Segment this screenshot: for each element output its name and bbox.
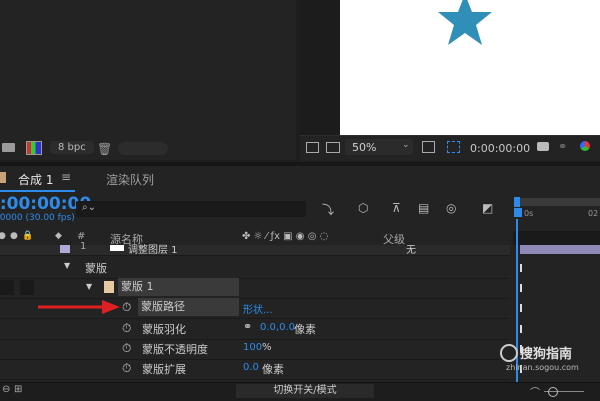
column-header: ● ● 🔒 ◆ # 源名称 ✤ ☼ ⁄ ƒx ▣ ◉ ◎ ◌ 父级	[0, 231, 510, 246]
mask-opacity-value[interactable]: 100	[243, 342, 262, 353]
viewer-toolbar: 50% ⌄ 0:00:00:00 ⚭	[300, 135, 600, 161]
eye-icon[interactable]: ●	[0, 231, 6, 241]
search-input[interactable]: ⌕⌄	[76, 201, 306, 217]
transparency-grid-icon[interactable]	[447, 141, 460, 153]
shy-icon[interactable]: ⊼	[392, 201, 401, 215]
switches-icons[interactable]: ✤ ☼ ⁄ ƒx ▣ ◉ ◎ ◌	[242, 231, 328, 242]
keyframe-tick[interactable]	[520, 284, 522, 292]
watermark-url: zhinan.sogou.com	[506, 363, 579, 372]
zoom-value: 50%	[352, 141, 377, 154]
graph-editor-icon[interactable]: ◩	[482, 201, 493, 215]
mask-expansion-row[interactable]: ⏱ 蒙版扩展 0.0 像素	[0, 359, 510, 380]
layer-number: 1	[80, 241, 87, 252]
star-shape[interactable]	[432, 0, 498, 56]
sogou-logo-icon	[500, 344, 518, 362]
motion-blur-icon[interactable]: ◎	[446, 201, 456, 215]
render-time-icon[interactable]: ⊖	[2, 384, 10, 395]
lock-icon[interactable]: 🔒	[22, 231, 33, 241]
mask-name[interactable]: 蒙版 1	[118, 278, 239, 296]
mask-expansion-value[interactable]: 0.0	[243, 362, 259, 373]
comp-tab-swatch	[0, 172, 6, 183]
annotation-arrow	[38, 300, 120, 314]
keyframe-tick[interactable]	[520, 325, 522, 333]
chevron-down-icon: ⌄	[402, 140, 410, 150]
mask-expansion-unit: 像素	[262, 363, 284, 376]
watermark: 搜狗指南 zhinan.sogou.com	[500, 342, 600, 377]
always-preview-icon[interactable]	[306, 142, 319, 153]
mask-visibility-box[interactable]	[0, 280, 14, 295]
work-area-start[interactable]	[514, 197, 520, 207]
mask-path-label: 蒙版路径	[138, 298, 239, 316]
timeline-track-bg	[513, 231, 600, 245]
mask-feather-value[interactable]: 0.0,0.0	[260, 322, 295, 333]
mask-row[interactable]: ▼ 蒙版 1	[0, 278, 510, 299]
project-toolbar: 8 bpc 🗑	[0, 138, 296, 160]
viewer-timecode[interactable]: 0:00:00:00	[470, 142, 530, 155]
monitor-icon[interactable]	[326, 142, 340, 153]
tab-render-queue[interactable]: 渲染队列	[106, 171, 154, 188]
mask-color-swatch[interactable]	[104, 281, 114, 293]
tab-menu-icon[interactable]: ≡	[61, 170, 71, 184]
ruler-0s: 0s	[524, 209, 534, 218]
mask-opacity-row[interactable]: ⏱ 蒙版不透明度 100 %	[0, 339, 510, 360]
mask-feather-label: 蒙版羽化	[142, 323, 186, 336]
mask-feather-row[interactable]: ⏱ 蒙版羽化 ⚭ 0.0,0.0 像素	[0, 319, 510, 340]
layer-name[interactable]: 调整图层 1	[128, 241, 178, 256]
toggle-switches-modes-button[interactable]: 切换开关/模式	[236, 384, 374, 398]
bpc-button[interactable]: 8 bpc	[50, 141, 94, 154]
expand-triangle-icon[interactable]: ▼	[86, 282, 92, 291]
scroll-area[interactable]	[118, 142, 168, 155]
fps-display: 00000 (30.00 fps)	[0, 213, 75, 223]
mask-feather-unit: 像素	[294, 323, 316, 336]
mask-lock-box[interactable]	[20, 280, 34, 295]
region-icon[interactable]	[422, 141, 435, 153]
expand-pane-icon[interactable]: ⊞	[14, 384, 22, 395]
keyframe-tick[interactable]	[520, 304, 522, 312]
solo-icon[interactable]: ●	[10, 231, 18, 241]
keyframe-tick[interactable]	[520, 264, 522, 272]
zoom-slider-thumb[interactable]	[548, 387, 558, 397]
label-icon[interactable]: ◆	[55, 231, 62, 241]
frame-blend-icon[interactable]: ▤	[418, 201, 429, 215]
expand-triangle-icon[interactable]: ▼	[64, 261, 70, 270]
channel-icon[interactable]	[580, 141, 590, 151]
link-icon[interactable]: ⚭	[243, 320, 252, 333]
zoom-out-icon[interactable]: ⌒	[530, 384, 540, 399]
project-panel	[0, 0, 296, 160]
timeline-panel: 0:00:00:00 00000 (30.00 fps) ⌕⌄ ⤵ ⬡ ⊼ ▤ …	[0, 192, 600, 382]
layer-row[interactable]: 1 调整图层 1 无	[0, 241, 510, 256]
ruler-02: 02	[588, 209, 599, 218]
draft-3d-icon[interactable]: ⬡	[358, 201, 368, 215]
watermark-brand: 搜狗指南	[520, 347, 573, 362]
layer-duration-bar[interactable]	[520, 245, 600, 254]
trash-icon[interactable]: 🗑	[97, 142, 112, 156]
comp-mini-flowchart-icon[interactable]: ⤵	[322, 201, 334, 218]
work-area-bar[interactable]	[514, 198, 600, 206]
layer-parent[interactable]: 无	[406, 241, 416, 256]
masks-group-label: 蒙版	[85, 262, 107, 275]
show-snapshot-icon[interactable]: ⚭	[558, 140, 567, 153]
stopwatch-icon[interactable]: ⏱	[122, 321, 131, 336]
timeline-tabbar: 合成 1 ≡ 渲染队列	[0, 166, 600, 193]
mask-expansion-label: 蒙版扩展	[142, 363, 186, 376]
playhead-marker[interactable]	[514, 208, 522, 217]
timeline-footer: ⊖ ⊞ 切换开关/模式 ⌒	[0, 382, 600, 401]
stopwatch-icon[interactable]: ⏱	[122, 361, 131, 376]
stopwatch-icon[interactable]: ⏱	[122, 300, 131, 315]
layer-swatch	[110, 245, 124, 251]
search-icon: ⌕⌄	[82, 202, 96, 213]
mask-path-value[interactable]: 形状...	[243, 301, 273, 316]
composition-canvas[interactable]	[340, 0, 600, 135]
folder-icon[interactable]	[2, 143, 15, 152]
stopwatch-icon[interactable]: ⏱	[122, 341, 131, 356]
masks-group-row[interactable]: ▼ 蒙版	[0, 258, 510, 279]
comp-icon[interactable]	[26, 141, 42, 155]
mask-opacity-label: 蒙版不透明度	[142, 343, 208, 356]
mask-opacity-unit: %	[262, 342, 272, 353]
tab-comp[interactable]: 合成 1	[18, 171, 53, 188]
layer-label-color	[60, 245, 70, 253]
camera-icon[interactable]	[537, 142, 549, 151]
